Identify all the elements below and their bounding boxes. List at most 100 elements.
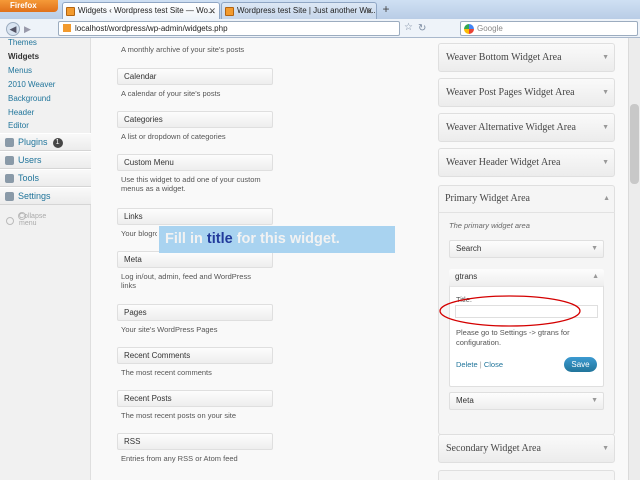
collapse-menu-button[interactable]: Collapse menu	[6, 212, 47, 227]
tools-icon	[5, 174, 14, 183]
widget-description: Your site's WordPress Pages	[121, 325, 218, 334]
primary-widget-area-header[interactable]: Primary Widget Area ▲	[438, 185, 615, 213]
update-count-badge: 1	[52, 138, 63, 148]
widget-name: Search	[456, 244, 482, 253]
widget-search[interactable]: Search ▼	[449, 240, 604, 258]
back-icon[interactable]: ◀	[6, 22, 20, 36]
widget-categories[interactable]: Categories	[117, 111, 273, 128]
submenu-menus[interactable]: Menus	[8, 66, 32, 75]
link-separator: |	[479, 360, 482, 369]
widget-description: The most recent posts on your site	[121, 411, 237, 420]
widget-meta-in-area[interactable]: Meta ▼	[449, 392, 604, 410]
widget-area-partial	[438, 470, 615, 480]
wordpress-favicon-icon	[66, 7, 75, 16]
chevron-down-icon[interactable]: ▼	[602, 435, 609, 462]
tab-label: Wordpress test Site | Just another Wo...	[237, 6, 377, 15]
widget-pages[interactable]: Pages	[117, 304, 273, 321]
url-text: localhost/wordpress/wp-admin/widgets.php	[75, 24, 228, 33]
submenu-header[interactable]: Header	[8, 108, 34, 117]
widget-control-links: Delete | Close	[456, 360, 503, 369]
widget-name: Meta	[456, 396, 474, 405]
submenu-2010-weaver[interactable]: 2010 Weaver	[8, 80, 55, 89]
tutorial-callout: Fill in title for this widget.	[159, 226, 395, 253]
scrollbar-thumb[interactable]	[630, 104, 639, 184]
callout-keyword: title	[206, 231, 233, 247]
widget-area-title: Weaver Header Widget Area	[446, 157, 561, 168]
widget-description: Entries from any RSS or Atom feed	[121, 454, 238, 463]
chevron-down-icon[interactable]: ▼	[602, 114, 609, 141]
url-bar[interactable]: localhost/wordpress/wp-admin/widgets.php	[58, 21, 400, 36]
save-button[interactable]: Save	[564, 357, 597, 372]
widget-description: A list or dropdown of categories	[121, 132, 226, 141]
widget-recent-comments[interactable]: Recent Comments	[117, 347, 273, 364]
widget-area-title: Primary Widget Area	[445, 193, 530, 204]
chevron-up-icon[interactable]: ▲	[603, 185, 610, 213]
close-link[interactable]: Close	[484, 360, 503, 369]
chevron-down-icon[interactable]: ▼	[591, 393, 598, 409]
widget-area-description: The primary widget area	[449, 221, 530, 230]
chevron-down-icon[interactable]: ▼	[591, 241, 598, 257]
widget-recent-posts[interactable]: Recent Posts	[117, 390, 273, 407]
close-tab-icon[interactable]: ✕	[208, 3, 216, 19]
tab-label: Widgets ‹ Wordpress test Site — Wo...	[78, 6, 215, 15]
search-placeholder: Google	[477, 24, 503, 33]
collapse-label: Collapse menu	[18, 212, 47, 227]
widget-area-title: Weaver Bottom Widget Area	[446, 52, 562, 63]
callout-text-before: Fill in	[165, 231, 207, 247]
menu-label: Settings	[18, 191, 51, 201]
new-tab-icon[interactable]: +	[379, 3, 393, 17]
widget-gtrans[interactable]: gtrans ▲	[449, 269, 604, 287]
widget-links[interactable]: Links	[117, 208, 273, 225]
widget-area-weaver-alternative[interactable]: Weaver Alternative Widget Area ▼	[438, 113, 615, 142]
widget-description: Your blogroll	[121, 229, 157, 238]
bookmark-star-icon[interactable]: ☆	[404, 22, 413, 33]
users-icon	[5, 156, 14, 165]
menu-settings[interactable]: Settings	[0, 187, 91, 205]
plug-icon	[5, 138, 14, 147]
submenu-editor[interactable]: Editor	[8, 121, 29, 130]
settings-icon	[5, 192, 14, 201]
search-input[interactable]: Google	[460, 21, 638, 36]
menu-plugins[interactable]: Plugins 1	[0, 133, 91, 151]
tab-widgets[interactable]: Widgets ‹ Wordpress test Site — Wo... ✕	[62, 2, 220, 19]
widget-meta[interactable]: Meta	[117, 251, 273, 268]
chevron-down-icon[interactable]: ▼	[602, 79, 609, 106]
close-tab-icon[interactable]: ✕	[365, 3, 373, 19]
widget-description: A monthly archive of your site's posts	[121, 45, 245, 54]
widget-rss[interactable]: RSS	[117, 433, 273, 450]
chevron-up-icon[interactable]: ▲	[592, 269, 599, 285]
wordpress-favicon-icon	[225, 7, 234, 16]
menu-label: Plugins	[18, 137, 48, 147]
callout-text-after: for this widget.	[232, 231, 340, 247]
widget-description: The most recent comments	[121, 368, 212, 377]
widget-name: gtrans	[455, 272, 478, 281]
chevron-down-icon[interactable]: ▼	[602, 44, 609, 71]
widget-area-title: Secondary Widget Area	[446, 443, 541, 454]
gtrans-config-note: Please go to Settings -> gtrans for conf…	[456, 328, 570, 347]
menu-tools[interactable]: Tools	[0, 169, 91, 187]
widget-calendar[interactable]: Calendar	[117, 68, 273, 85]
site-icon	[63, 24, 71, 32]
forward-icon[interactable]: ▶	[24, 22, 36, 36]
widget-area-weaver-bottom[interactable]: Weaver Bottom Widget Area ▼	[438, 43, 615, 72]
widget-area-title: Weaver Alternative Widget Area	[446, 122, 576, 133]
widget-area-secondary[interactable]: Secondary Widget Area ▼	[438, 434, 615, 463]
reload-icon[interactable]: ↻	[418, 21, 432, 36]
widget-area-weaver-header[interactable]: Weaver Header Widget Area ▼	[438, 148, 615, 177]
submenu-background[interactable]: Background	[8, 94, 51, 103]
admin-sidebar: Themes Widgets Menus 2010 Weaver Backgro…	[0, 38, 91, 480]
submenu-themes[interactable]: Themes	[8, 38, 37, 47]
widget-description: Log in/out, admin, feed and WordPress li…	[121, 272, 251, 290]
widget-area-weaver-post-pages[interactable]: Weaver Post Pages Widget Area ▼	[438, 78, 615, 107]
chevron-down-icon[interactable]: ▼	[602, 149, 609, 176]
menu-label: Tools	[18, 173, 40, 183]
tab-site[interactable]: Wordpress test Site | Just another Wo...…	[221, 2, 377, 19]
annotation-ellipse	[439, 295, 581, 327]
menu-users[interactable]: Users	[0, 151, 91, 169]
widget-area-title: Weaver Post Pages Widget Area	[446, 87, 575, 98]
submenu-widgets[interactable]: Widgets	[8, 52, 39, 61]
widget-custom-menu[interactable]: Custom Menu	[117, 154, 273, 171]
delete-link[interactable]: Delete	[456, 360, 478, 369]
firefox-menu-button[interactable]: Firefox	[0, 0, 58, 12]
menu-label: Users	[18, 155, 42, 165]
